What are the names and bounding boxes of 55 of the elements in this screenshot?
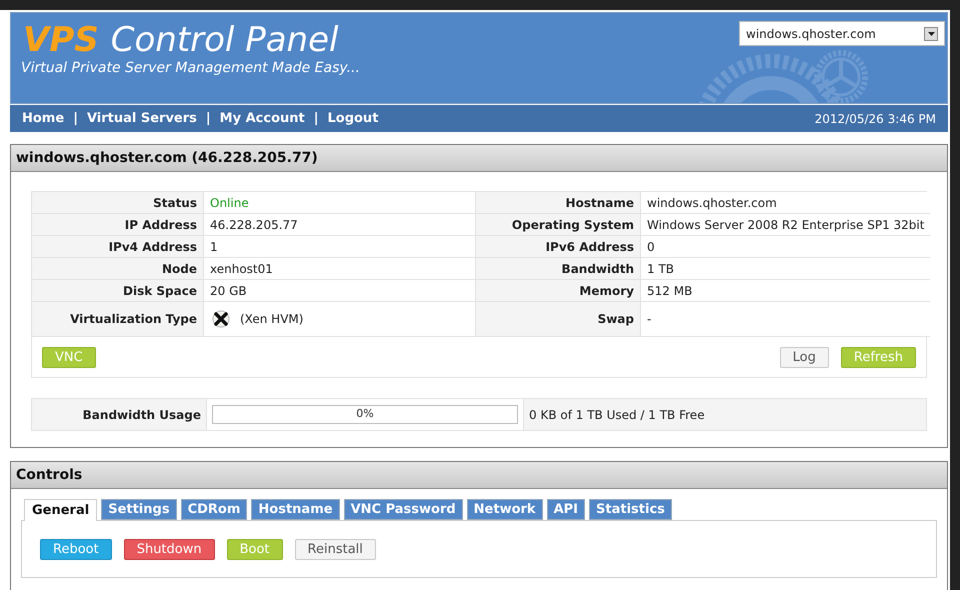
field-value: windows.qhoster.com — [641, 192, 930, 214]
nav-separator: | — [314, 110, 318, 128]
tab[interactable]: Statistics — [589, 499, 672, 520]
field-label: Swap — [476, 302, 641, 337]
field-label: Node — [32, 258, 204, 280]
tagline: Virtual Private Server Management Made Easy... — [21, 59, 360, 78]
field-value: Windows Server 2008 R2 Enterprise SP1 32bit — [641, 214, 930, 236]
field-label: IP Address — [32, 214, 204, 236]
field-value: Online — [210, 194, 249, 212]
nav-link[interactable]: Logout — [327, 108, 378, 128]
panel-header: windows.qhoster.com (46.228.205.77) — [11, 145, 947, 172]
field-value: 1 — [210, 238, 218, 256]
field-value: 512 MB — [641, 280, 930, 302]
field-value: 1 TB — [641, 258, 930, 280]
tab[interactable]: Network — [466, 499, 543, 520]
field-label: IPv4 Address — [32, 236, 204, 258]
logo-title: Control Panel — [110, 19, 338, 61]
field-value: 20 GB — [210, 282, 247, 300]
field-label: Operating System — [476, 214, 641, 236]
field-label: Hostname — [476, 192, 641, 214]
panel-header: Controls — [11, 462, 947, 489]
caret-icon — [924, 26, 938, 40]
field-label: IPv6 Address — [476, 236, 641, 258]
field-value: - — [641, 302, 930, 337]
action-button[interactable]: Shutdown — [124, 538, 215, 560]
logo-accent: VPS — [23, 19, 99, 61]
field-value: (Xen HVM) — [240, 311, 304, 328]
server-dropdown[interactable]: windows.qhoster.com — [739, 21, 945, 46]
field-value: xenhost01 — [210, 260, 273, 278]
field-label: Bandwidth — [476, 258, 641, 280]
nav-link[interactable]: My Account — [220, 108, 305, 128]
field-label: Bandwidth Usage — [82, 406, 202, 424]
tab[interactable]: API — [546, 499, 586, 520]
action-button[interactable]: Log — [780, 346, 829, 368]
action-button[interactable]: Reboot — [40, 538, 112, 560]
x-logo-icon — [212, 310, 230, 328]
field-label: Disk Space — [32, 280, 204, 302]
field-label: Memory — [476, 280, 641, 302]
nav-separator: | — [206, 110, 211, 128]
tab[interactable]: Settings — [101, 499, 177, 520]
field-label: Virtualization Type — [32, 302, 204, 337]
tab[interactable]: CDRom — [180, 499, 248, 520]
nav-link[interactable]: Home — [22, 108, 64, 128]
field-label: Status — [32, 192, 204, 214]
nav-link[interactable]: Virtual Servers — [86, 108, 197, 128]
progress-reading: 0% — [356, 406, 374, 422]
tab[interactable]: General — [24, 499, 98, 521]
field-value: 46.228.205.77 — [210, 216, 298, 234]
nav-separator: | — [73, 110, 78, 128]
date-time: 2012/05/26 3:46 PM — [814, 110, 936, 128]
action-button[interactable]: Reinstall — [294, 538, 376, 560]
bandwidth-summary: 0 KB of 1 TB Used / 1 TB Free — [528, 406, 705, 424]
tab[interactable]: VNC Password — [344, 499, 463, 520]
field-value: 0 — [641, 236, 930, 258]
tab[interactable]: Hostname — [251, 499, 340, 520]
